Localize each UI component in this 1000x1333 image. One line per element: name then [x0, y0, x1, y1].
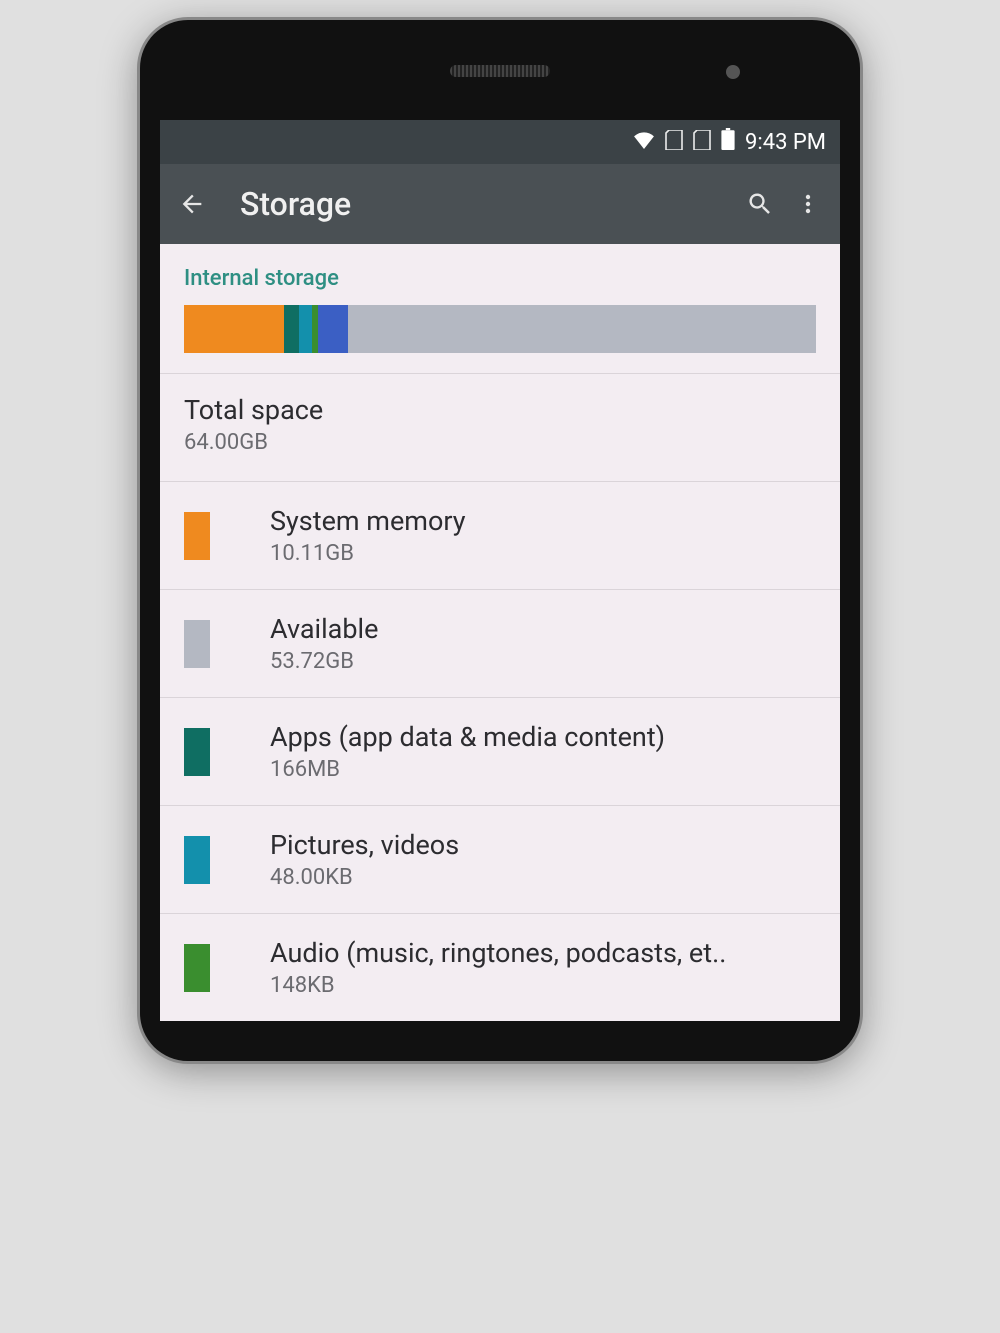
sim1-icon	[665, 130, 683, 155]
storage-item-system-memory[interactable]: System memory 10.11GB	[160, 481, 840, 589]
item-value: 10.11GB	[270, 541, 816, 566]
item-label: System memory	[270, 505, 816, 537]
storage-item-audio[interactable]: Audio (music, ringtones, podcasts, et.. 1…	[160, 913, 840, 1021]
storage-content[interactable]: Internal storage Total space 64.00GB Sys…	[160, 244, 840, 1021]
total-space-row[interactable]: Total space 64.00GB	[160, 373, 840, 481]
storage-usage-bar	[160, 305, 840, 373]
bar-segment	[318, 305, 348, 353]
bar-segment	[184, 305, 284, 353]
item-label: Pictures, videos	[270, 829, 816, 861]
item-label: Available	[270, 613, 816, 645]
status-bar: 9:43 PM	[160, 120, 840, 164]
battery-icon	[721, 128, 735, 156]
search-icon	[746, 190, 774, 218]
phone-speaker	[450, 65, 550, 77]
app-bar: Storage	[160, 164, 840, 244]
bar-segment	[348, 305, 816, 353]
total-space-label: Total space	[184, 394, 816, 426]
color-swatch	[184, 836, 210, 884]
item-texts: System memory 10.11GB	[270, 505, 816, 566]
section-header-internal: Internal storage	[160, 244, 840, 305]
page-title: Storage	[216, 185, 736, 223]
item-label: Audio (music, ringtones, podcasts, et..	[270, 937, 816, 969]
overflow-menu-button[interactable]	[784, 180, 832, 228]
back-button[interactable]	[168, 180, 216, 228]
sim2-icon	[693, 130, 711, 155]
item-label: Apps (app data & media content)	[270, 721, 816, 753]
wifi-icon	[633, 130, 655, 155]
item-texts: Pictures, videos 48.00KB	[270, 829, 816, 890]
storage-item-pictures-videos[interactable]: Pictures, videos 48.00KB	[160, 805, 840, 913]
bar-segment	[284, 305, 299, 353]
color-swatch	[184, 512, 210, 560]
item-texts: Audio (music, ringtones, podcasts, et.. 1…	[270, 937, 816, 998]
item-value: 53.72GB	[270, 649, 816, 674]
screen: 9:43 PM Storage Internal storage Total s…	[160, 120, 840, 1021]
item-value: 166MB	[270, 757, 816, 782]
storage-item-apps[interactable]: Apps (app data & media content) 166MB	[160, 697, 840, 805]
search-button[interactable]	[736, 180, 784, 228]
more-vert-icon	[796, 190, 820, 218]
color-swatch	[184, 728, 210, 776]
item-value: 48.00KB	[270, 865, 816, 890]
phone-frame: 9:43 PM Storage Internal storage Total s…	[140, 20, 860, 1061]
color-swatch	[184, 944, 210, 992]
status-time: 9:43 PM	[745, 130, 826, 155]
bar-segment	[299, 305, 312, 353]
item-value: 148KB	[270, 973, 816, 998]
phone-front-camera	[726, 65, 740, 79]
item-texts: Apps (app data & media content) 166MB	[270, 721, 816, 782]
total-space-value: 64.00GB	[184, 430, 816, 455]
storage-item-available[interactable]: Available 53.72GB	[160, 589, 840, 697]
color-swatch	[184, 620, 210, 668]
item-texts: Available 53.72GB	[270, 613, 816, 674]
